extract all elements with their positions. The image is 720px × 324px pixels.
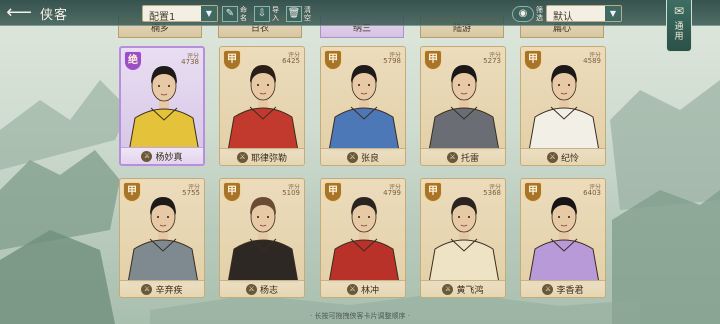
- grade-badge: 甲: [223, 50, 241, 70]
- grade-badge: 甲: [324, 182, 342, 202]
- class-icon: ⚔: [141, 283, 153, 295]
- power-value: 5109: [282, 189, 300, 197]
- sort-select[interactable]: 默认 ▼: [546, 5, 622, 23]
- class-icon: ⚔: [245, 283, 257, 295]
- hero-name: 张良: [360, 153, 379, 164]
- chevron-down-icon: ▼: [605, 6, 621, 21]
- grade-badge: 甲: [123, 182, 141, 202]
- name-bar: ⚔ 耶律弥勒: [220, 148, 304, 165]
- top-bar: ⟵ 侠客 配置1 ▼ ✎ 命名 ⇩ 导入 🗑 清空 ◉ 筛选 默认 ▼: [0, 0, 720, 26]
- power-value: 5798: [383, 57, 401, 65]
- class-icon: ⚔: [141, 150, 153, 162]
- hero-card[interactable]: 甲评分 5368 ⚔ 黄飞鸿: [420, 178, 506, 298]
- class-icon: ⚔: [542, 283, 554, 295]
- power-value: 6403: [583, 189, 601, 197]
- power-value: 5755: [182, 189, 200, 197]
- preset-select[interactable]: 配置1 ▼: [142, 5, 218, 23]
- hero-name: 李香君: [556, 285, 584, 296]
- hero-card[interactable]: 甲评分 6403 ⚔ 李香君: [520, 178, 606, 298]
- name-bar: ⚔ 黄飞鸿: [421, 280, 505, 297]
- hero-card[interactable]: 甲评分 5755 ⚔ 辛弃疾: [119, 178, 205, 298]
- grade-badge: 甲: [424, 182, 442, 202]
- name-bar: ⚔ 李香君: [521, 280, 605, 297]
- power-value: 4799: [383, 189, 401, 197]
- import-button[interactable]: ⇩ 导入: [254, 4, 280, 23]
- hero-name: 杨妙真: [155, 152, 183, 163]
- hero-card[interactable]: 甲评分 5798 ⚔ 张良: [320, 46, 406, 166]
- power-value: 4589: [583, 57, 601, 65]
- clear-button[interactable]: 🗑 清空: [286, 4, 312, 23]
- scroll-icon: ✉: [673, 4, 685, 18]
- power-value: 6425: [282, 57, 300, 65]
- hero-card[interactable]: 甲评分 5109 ⚔ 杨志: [219, 178, 305, 298]
- name-bar: ⚔ 纪怜: [521, 148, 605, 165]
- hero-name: 耶律弥勒: [250, 153, 287, 164]
- trash-icon: 🗑: [286, 5, 302, 22]
- grade-badge: 甲: [524, 50, 542, 70]
- grade-badge: 绝: [124, 51, 142, 71]
- hero-name: 黄飞鸿: [456, 285, 484, 296]
- rename-label: 命名: [240, 5, 247, 22]
- class-icon: ⚔: [442, 283, 454, 295]
- hero-name: 纪怜: [560, 153, 579, 164]
- name-bar: ⚔ 林冲: [321, 280, 405, 297]
- grade-badge: 甲: [324, 50, 342, 70]
- grade-badge: 甲: [524, 182, 542, 202]
- footer-tip: · 长按可拖拽侠客卡片调整顺序 ·: [310, 312, 410, 320]
- hero-card[interactable]: 甲评分 4799 ⚔ 林冲: [320, 178, 406, 298]
- hero-name: 托雷: [460, 153, 479, 164]
- sort-select-value: 默认: [553, 12, 573, 23]
- power-value: 5368: [483, 189, 501, 197]
- name-bar: ⚔ 托雷: [421, 148, 505, 165]
- hero-card[interactable]: 甲评分 5273 ⚔ 托雷: [420, 46, 506, 166]
- eye-icon: ◉: [512, 5, 534, 22]
- side-tab-label: 通用: [674, 22, 684, 42]
- name-bar: ⚔ 杨妙真: [121, 147, 203, 164]
- general-side-tab[interactable]: ✉ 通用: [666, 0, 692, 52]
- class-icon: ⚔: [446, 151, 458, 163]
- name-bar: ⚔ 杨志: [220, 280, 304, 297]
- rename-button[interactable]: ✎ 命名: [222, 4, 248, 23]
- export-icon: ⇩: [254, 5, 270, 22]
- back-button[interactable]: ⟵: [4, 2, 34, 24]
- hero-card[interactable]: 绝评分 4738 ⚔ 杨妙真: [119, 46, 205, 166]
- hero-name: 林冲: [360, 285, 379, 296]
- hero-card[interactable]: 甲评分 4589 ⚔ 纪怜: [520, 46, 606, 166]
- power-value: 4738: [181, 58, 199, 66]
- class-icon: ⚔: [236, 151, 248, 163]
- grade-badge: 甲: [424, 50, 442, 70]
- filter-label: 筛选: [536, 5, 543, 22]
- name-bar: ⚔ 张良: [321, 148, 405, 165]
- hero-name: 杨志: [259, 285, 278, 296]
- filter-button[interactable]: ◉ 筛选: [512, 4, 544, 23]
- name-bar: ⚔ 辛弃疾: [120, 280, 204, 297]
- import-label: 导入: [272, 5, 279, 22]
- brush-icon: ✎: [222, 5, 238, 22]
- class-icon: ⚔: [346, 283, 358, 295]
- class-icon: ⚔: [346, 151, 358, 163]
- power-value: 5273: [483, 57, 501, 65]
- hero-card[interactable]: 甲评分 6425 ⚔ 耶律弥勒: [219, 46, 305, 166]
- hero-name: 辛弃疾: [155, 285, 183, 296]
- page-title: 侠客: [40, 8, 69, 23]
- clear-label: 清空: [304, 5, 311, 22]
- grade-badge: 甲: [223, 182, 241, 202]
- chevron-down-icon: ▼: [201, 6, 217, 21]
- preset-select-value: 配置1: [149, 12, 176, 23]
- class-icon: ⚔: [546, 151, 558, 163]
- back-arrow-icon: ⟵: [6, 2, 32, 23]
